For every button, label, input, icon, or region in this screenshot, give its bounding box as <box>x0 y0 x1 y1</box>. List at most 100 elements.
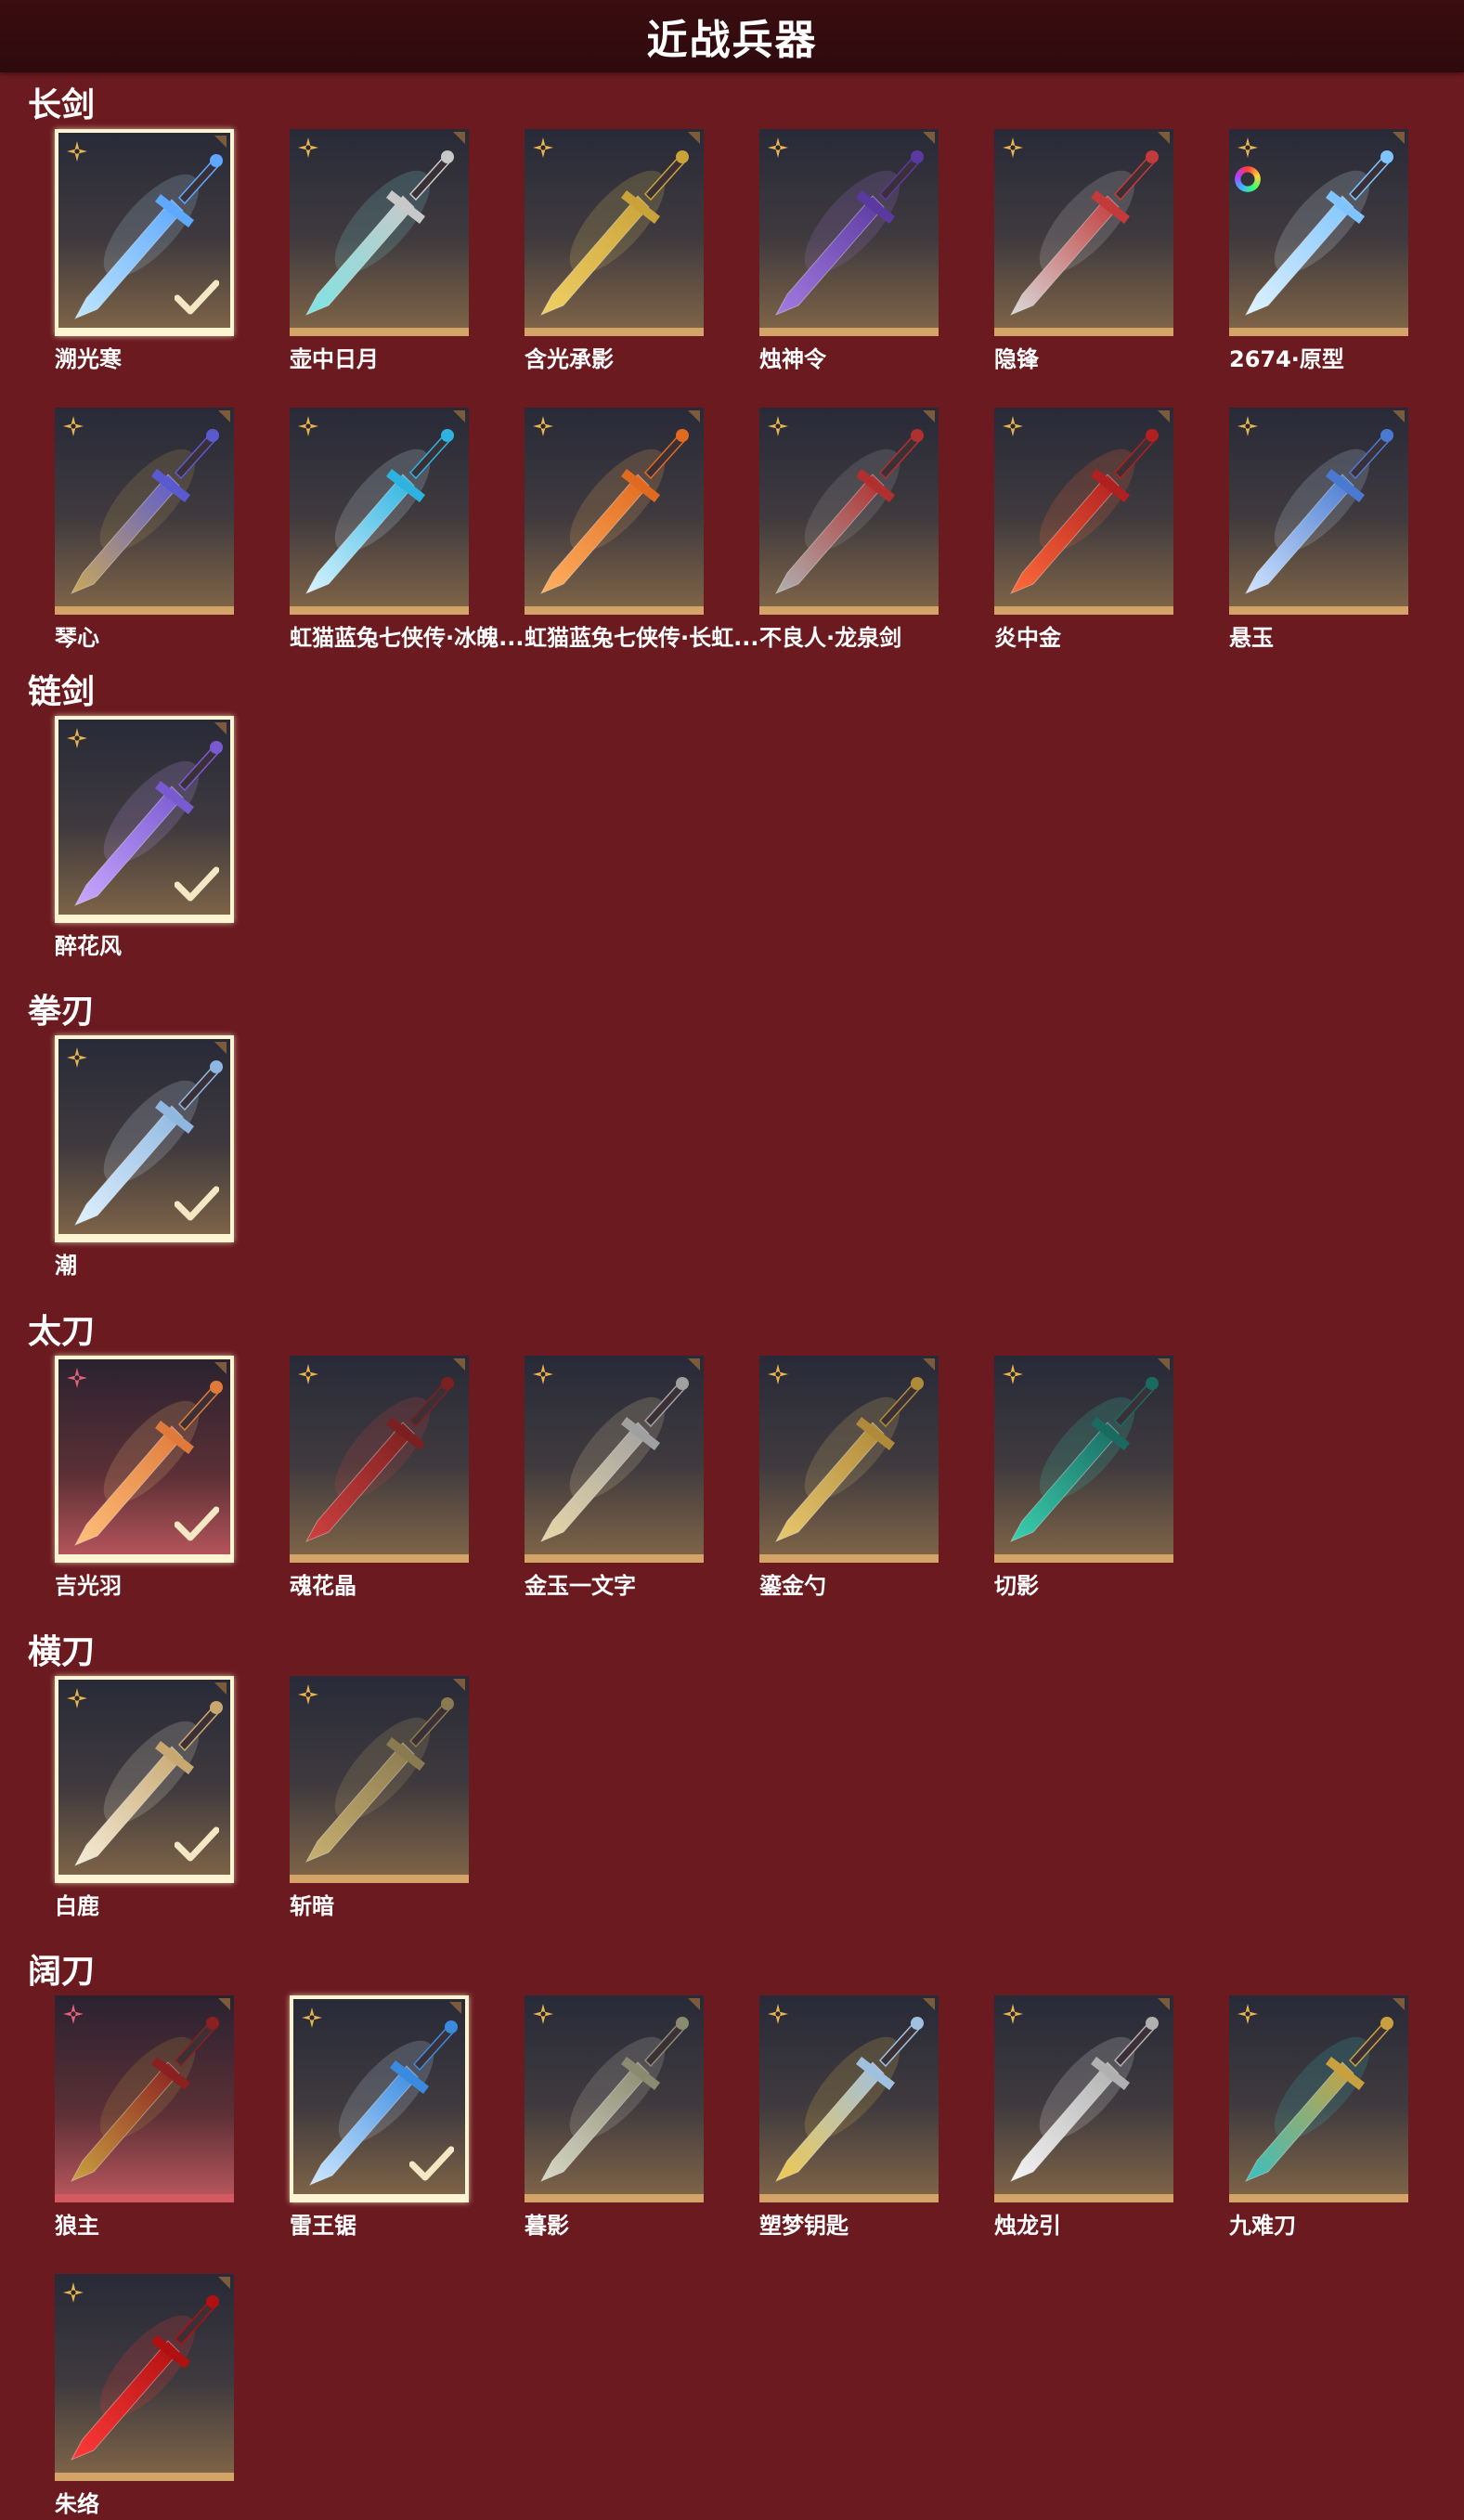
weapon-card[interactable] <box>525 408 704 615</box>
gold-star-badge-icon <box>62 2281 84 2304</box>
weapon-card[interactable] <box>759 1995 939 2202</box>
weapon-image <box>539 2017 689 2183</box>
gold-star-badge-icon <box>62 415 84 437</box>
weapon-name: 塑梦钥匙 <box>759 2213 849 2239</box>
gold-star-badge-icon <box>1002 1363 1024 1385</box>
weapon-card[interactable] <box>994 408 1173 615</box>
weapon-name: 壶中日月 <box>290 346 379 372</box>
weapon-card[interactable] <box>55 1995 234 2202</box>
weapon-card[interactable] <box>290 408 469 615</box>
weapon-frame <box>759 129 939 336</box>
gold-star-badge-icon <box>532 1363 554 1385</box>
weapon-name: 吉光羽 <box>55 1573 122 1599</box>
weapon-image <box>304 150 454 317</box>
weapon-card[interactable] <box>55 408 234 615</box>
weapon-image <box>304 429 454 595</box>
weapon-image <box>774 150 924 317</box>
weapon-card[interactable] <box>759 408 939 615</box>
weapon-name: 醉花风 <box>55 933 122 959</box>
weapon-image <box>774 2017 924 2183</box>
pink-star-badge-icon <box>66 1367 88 1389</box>
weapon-name: 金玉一文字 <box>525 1573 636 1599</box>
weapon-image <box>70 2017 219 2183</box>
weapon-frame <box>55 716 234 923</box>
gold-star-badge-icon <box>767 415 789 437</box>
weapon-image <box>539 429 689 595</box>
section-title-lianjian: 链剑 <box>28 673 96 711</box>
gold-star-badge-icon <box>301 2007 323 2029</box>
weapon-name: 不良人·龙泉剑 <box>759 625 902 651</box>
weapon-card[interactable] <box>290 1676 469 1883</box>
gold-star-badge-icon <box>1237 2003 1259 2025</box>
weapon-name: 炎中金 <box>994 625 1061 651</box>
weapon-image <box>774 1377 924 1543</box>
weapon-name: 斩暗 <box>290 1893 334 1919</box>
gold-star-badge-icon <box>297 1683 319 1706</box>
weapon-card[interactable] <box>55 2274 234 2481</box>
weapon-card[interactable] <box>525 1356 704 1563</box>
weapon-image <box>1009 1377 1159 1543</box>
checkmark-icon <box>408 2146 455 2183</box>
gold-star-badge-icon <box>297 415 319 437</box>
weapon-name: 烛神令 <box>759 346 826 372</box>
weapon-card[interactable] <box>994 1356 1173 1563</box>
weapon-card[interactable] <box>1229 129 1408 336</box>
gold-star-badge-icon <box>767 136 789 159</box>
weapon-card[interactable] <box>994 1995 1173 2202</box>
weapon-frame <box>994 408 1173 615</box>
weapon-card[interactable] <box>55 1356 234 1563</box>
weapon-frame <box>1229 1995 1408 2202</box>
weapon-frame <box>759 1995 939 2202</box>
weapon-card[interactable] <box>759 1356 939 1563</box>
weapon-frame <box>55 129 234 336</box>
weapon-frame <box>290 1676 469 1883</box>
gold-star-badge-icon <box>1002 2003 1024 2025</box>
weapon-card[interactable] <box>525 1995 704 2202</box>
weapon-frame <box>55 1356 234 1563</box>
gold-star-badge-icon <box>66 727 88 749</box>
weapon-card[interactable] <box>1229 408 1408 615</box>
weapon-card[interactable] <box>290 1356 469 1563</box>
weapon-card[interactable] <box>525 129 704 336</box>
weapon-image <box>70 429 219 595</box>
weapon-name: 切影 <box>994 1573 1039 1599</box>
weapon-image <box>70 2295 219 2462</box>
weapon-frame <box>290 1995 469 2202</box>
weapon-name: 鎏金勺 <box>759 1573 826 1599</box>
weapon-frame <box>1229 408 1408 615</box>
weapon-frame <box>525 129 704 336</box>
weapon-card[interactable] <box>994 129 1173 336</box>
gold-star-badge-icon <box>1002 415 1024 437</box>
section-title-quanren: 拳刃 <box>28 993 96 1031</box>
weapon-card[interactable] <box>55 129 234 336</box>
weapon-name: 雷王锯 <box>290 2213 356 2239</box>
checkmark-icon <box>174 279 220 317</box>
weapon-image <box>539 1377 689 1543</box>
weapon-name: 含光承影 <box>525 346 614 372</box>
weapon-frame <box>55 2274 234 2481</box>
weapon-image <box>1244 429 1393 595</box>
gold-star-badge-icon <box>767 2003 789 2025</box>
weapon-frame <box>525 1356 704 1563</box>
weapon-image <box>774 429 924 595</box>
weapon-card[interactable] <box>290 1995 469 2202</box>
weapon-frame <box>290 129 469 336</box>
section-title-taidao: 太刀 <box>28 1313 96 1351</box>
weapon-frame <box>994 129 1173 336</box>
weapon-card[interactable] <box>759 129 939 336</box>
weapon-frame <box>290 408 469 615</box>
weapon-card[interactable] <box>55 1676 234 1883</box>
section-title-hengdao: 横刀 <box>28 1633 96 1671</box>
weapon-card[interactable] <box>290 129 469 336</box>
weapon-name: 狼主 <box>55 2213 99 2239</box>
gold-star-badge-icon <box>532 136 554 159</box>
weapon-name: 琴心 <box>55 625 99 651</box>
weapon-name: 虹猫蓝兔七侠传·冰魄... <box>290 625 524 651</box>
weapon-card[interactable] <box>55 1035 234 1242</box>
checkmark-icon <box>174 1506 220 1543</box>
weapon-card[interactable] <box>55 716 234 923</box>
gold-star-badge-icon <box>1237 415 1259 437</box>
weapon-card[interactable] <box>1229 1995 1408 2202</box>
weapon-frame <box>1229 129 1408 336</box>
weapon-image <box>304 1697 454 1864</box>
